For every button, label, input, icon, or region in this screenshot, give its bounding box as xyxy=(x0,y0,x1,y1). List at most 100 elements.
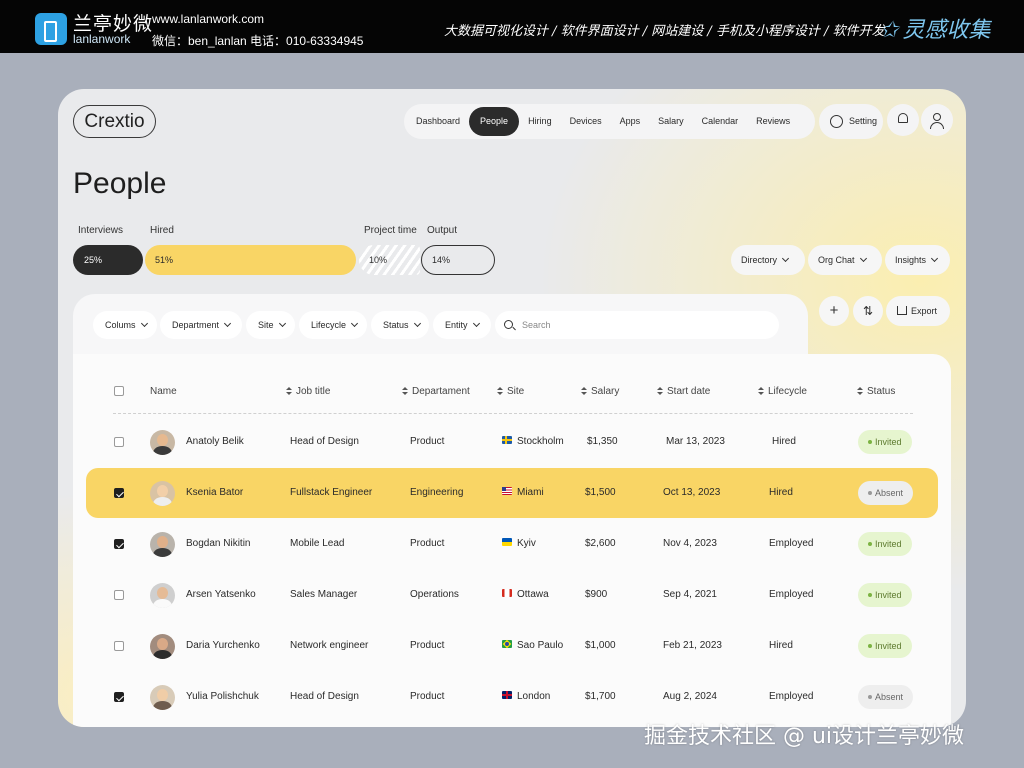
cell-site: Ottawa xyxy=(517,589,549,600)
cell-start-date: Feb 21, 2023 xyxy=(663,640,722,651)
export-button[interactable]: Export xyxy=(886,296,950,326)
cell-dept: Product xyxy=(410,640,445,651)
flag-icon xyxy=(502,436,512,444)
notifications-button[interactable] xyxy=(887,104,919,136)
interviews-progress: 25% xyxy=(73,245,143,275)
cell-start-date: Mar 13, 2023 xyxy=(666,436,725,447)
org-chat-dropdown[interactable]: Org Chat xyxy=(808,245,882,275)
cell-name: Yulia Polishchuk xyxy=(186,691,259,702)
banner-services: 大数据可视化设计 / 软件界面设计 / 网站建设 / 手机及小程序设计 / 软件… xyxy=(444,24,885,39)
table-row[interactable]: Ksenia Bator Fullstack Engineer Engineer… xyxy=(86,468,938,518)
row-checkbox[interactable] xyxy=(114,641,124,651)
filter-lifecycle-label: Lifecycle xyxy=(311,320,347,330)
setting-button[interactable]: Setting xyxy=(819,104,883,139)
profile-button[interactable] xyxy=(921,104,953,136)
filter-columns-label: Colums xyxy=(105,320,136,330)
row-checkbox[interactable] xyxy=(114,539,124,549)
cell-job: Sales Manager xyxy=(290,589,358,600)
row-checkbox[interactable] xyxy=(114,488,124,498)
cell-salary: $1,000 xyxy=(585,640,616,651)
column-header-start-date[interactable]: Start date xyxy=(657,386,710,397)
table-row[interactable]: Daria Yurchenko Network engineer Product… xyxy=(86,621,938,671)
cell-lifecycle: Employed xyxy=(769,691,814,702)
hired-label: Hired xyxy=(150,225,174,236)
row-checkbox[interactable] xyxy=(114,692,124,702)
chevron-down-icon xyxy=(930,254,939,263)
add-button[interactable]: + xyxy=(819,296,849,326)
adjust-button[interactable]: ⇅ xyxy=(853,296,883,326)
sort-icon xyxy=(402,387,408,395)
top-banner: 兰亭妙微 lanlanwork www.lanlanwork.com 微信：be… xyxy=(0,0,1024,53)
column-header-start-date-label: Start date xyxy=(667,386,711,397)
column-header-lifecycle[interactable]: Lifecycle xyxy=(758,386,807,397)
table-row[interactable]: Bogdan Nikitin Mobile Lead Product Kyiv … xyxy=(86,519,938,569)
cell-name: Anatoly Belik xyxy=(186,436,244,447)
nav-item-hiring[interactable]: Hiring xyxy=(519,107,561,136)
avatar xyxy=(150,430,175,455)
search-input[interactable]: Search xyxy=(495,311,779,339)
watermark: 掘金技术社区 @ ui设计兰亭妙微 xyxy=(644,724,965,749)
table-row[interactable]: Arsen Yatsenko Sales Manager Operations … xyxy=(86,570,938,620)
cell-dept: Product xyxy=(410,691,445,702)
chevron-down-icon xyxy=(472,319,480,328)
banner-url[interactable]: www.lanlanwork.com xyxy=(152,12,264,26)
table-row[interactable]: Yulia Polishchuk Head of Design Product … xyxy=(86,672,938,722)
column-header-site[interactable]: Site xyxy=(497,386,524,397)
user-icon xyxy=(930,113,944,129)
nav-item-calendar[interactable]: Calendar xyxy=(693,107,748,136)
table-row[interactable]: Anatoly Belik Head of Design Product Sto… xyxy=(86,417,938,467)
status-badge: Invited xyxy=(858,634,912,658)
nav-item-apps[interactable]: Apps xyxy=(611,107,650,136)
column-header-name[interactable]: Name xyxy=(150,386,177,397)
sort-icon xyxy=(857,387,863,395)
status-badge: Invited xyxy=(858,430,912,454)
filter-status[interactable]: Status xyxy=(371,311,429,339)
filter-lifecycle[interactable]: Lifecycle xyxy=(299,311,367,339)
row-checkbox[interactable] xyxy=(114,437,124,447)
avatar xyxy=(150,634,175,659)
flag-icon xyxy=(502,538,512,546)
cell-salary: $1,500 xyxy=(585,487,616,498)
header-divider xyxy=(113,413,913,414)
filter-columns[interactable]: Colums xyxy=(93,311,157,339)
column-header-salary-label: Salary xyxy=(591,386,620,397)
nav-item-reviews[interactable]: Reviews xyxy=(747,107,799,136)
org-chat-label: Org Chat xyxy=(818,255,855,265)
column-header-job-title[interactable]: Job title xyxy=(286,386,330,397)
directory-dropdown[interactable]: Directory xyxy=(731,245,805,275)
filter-department[interactable]: Department xyxy=(160,311,242,339)
select-all-checkbox[interactable] xyxy=(114,386,124,396)
nav-item-dashboard[interactable]: Dashboard xyxy=(407,107,469,136)
chevron-down-icon xyxy=(140,319,148,328)
filter-entity[interactable]: Entity xyxy=(433,311,491,339)
cell-salary: $1,700 xyxy=(585,691,616,702)
cell-start-date: Aug 2, 2024 xyxy=(663,691,717,702)
cell-salary: $900 xyxy=(585,589,608,600)
column-header-department[interactable]: Departament xyxy=(402,386,470,397)
export-icon xyxy=(897,306,907,315)
insights-dropdown[interactable]: Insights xyxy=(885,245,950,275)
row-checkbox[interactable] xyxy=(114,590,124,600)
cell-name: Ksenia Bator xyxy=(186,487,244,498)
page-title: People xyxy=(73,167,167,200)
status-badge: Absent xyxy=(858,481,914,505)
nav-item-devices[interactable]: Devices xyxy=(561,107,611,136)
nav-item-people[interactable]: People xyxy=(469,107,520,136)
avatar xyxy=(150,685,175,710)
chevron-down-icon xyxy=(278,319,286,328)
cell-site: Kyiv xyxy=(517,538,536,549)
nav-item-salary[interactable]: Salary xyxy=(649,107,693,136)
brand-logo[interactable]: Crextio xyxy=(73,105,156,138)
hired-progress: 51% xyxy=(145,245,356,275)
cell-lifecycle: Hired xyxy=(769,487,793,498)
filter-status-label: Status xyxy=(383,320,409,330)
cell-job: Mobile Lead xyxy=(290,538,345,549)
sort-icon xyxy=(581,387,587,395)
column-header-status[interactable]: Status xyxy=(857,386,895,397)
cell-job: Head of Design xyxy=(290,436,359,447)
insights-label: Insights xyxy=(895,255,927,265)
column-header-salary[interactable]: Salary xyxy=(581,386,619,397)
filter-site[interactable]: Site xyxy=(246,311,295,339)
app-window: Crextio Dashboard People Hiring Devices … xyxy=(58,89,966,727)
filter-site-label: Site xyxy=(258,320,274,330)
